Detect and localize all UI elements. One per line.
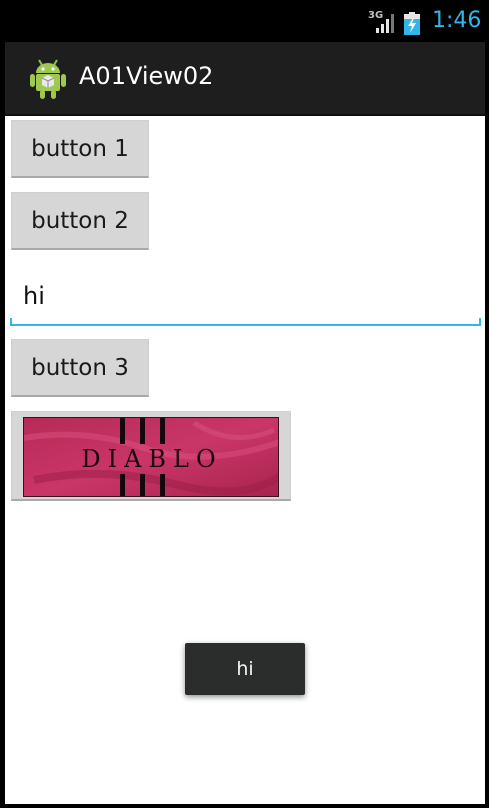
action-bar: A01View02	[5, 42, 485, 116]
diablo-logo-image: DIABLO	[23, 417, 279, 497]
image-button[interactable]: DIABLO	[11, 411, 291, 501]
button-2[interactable]: button 2	[11, 192, 149, 250]
text-input-left-tick	[10, 318, 12, 326]
battery-charging-icon	[404, 12, 420, 35]
diablo-logo-text: DIABLO	[81, 445, 223, 473]
text-input-underline	[10, 324, 481, 326]
status-bar: 3G 1:46	[0, 0, 489, 42]
app-window: A01View02 button 1 button 2 hi button 3	[5, 42, 485, 804]
status-clock: 1:46	[432, 8, 482, 33]
text-input[interactable]: hi	[10, 264, 481, 330]
text-input-right-tick	[479, 318, 481, 326]
button-3[interactable]: button 3	[11, 339, 149, 397]
android-robot-icon[interactable]	[28, 56, 68, 100]
toast-message: hi	[185, 643, 305, 695]
signal-bars-icon	[376, 14, 394, 33]
button-1[interactable]: button 1	[11, 120, 149, 178]
phone-screen: 3G 1:46 A01View02 button 1 button 2 hi b…	[0, 0, 489, 808]
app-title: A01View02	[79, 62, 214, 90]
text-input-value: hi	[23, 282, 45, 310]
